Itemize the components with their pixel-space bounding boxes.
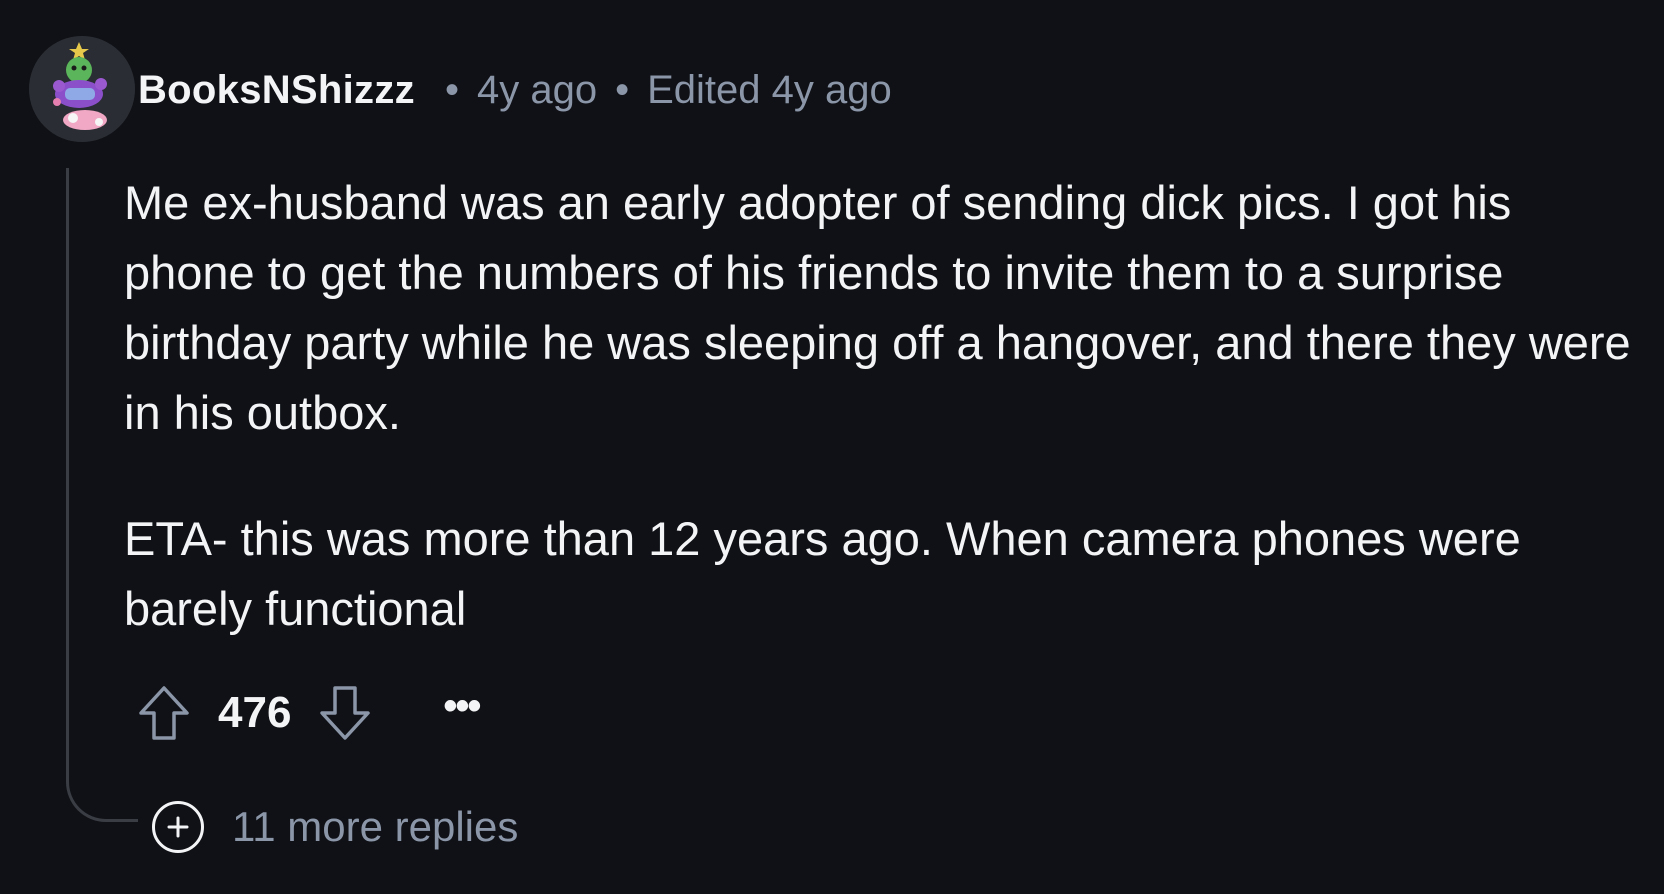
avatar-illustration: [29, 36, 135, 142]
meta-separator: •: [444, 67, 459, 112]
avatar[interactable]: [29, 36, 135, 142]
more-replies-button[interactable]: 11 more replies: [152, 797, 518, 857]
edited-timestamp: Edited 4y ago: [647, 67, 892, 112]
comment: BooksNShizzz • 4y ago • Edited 4y ago Me…: [0, 0, 1664, 894]
comment-header: BooksNShizzz • 4y ago • Edited 4y ago: [138, 62, 892, 118]
comment-body: Me ex-husband was an early adopter of se…: [124, 168, 1644, 644]
posted-timestamp: 4y ago: [476, 67, 598, 112]
ellipsis-icon[interactable]: •••: [443, 686, 481, 740]
comment-paragraph: Me ex-husband was an early adopter of se…: [124, 176, 1631, 439]
comment-actions: 476 •••: [138, 682, 481, 744]
downvote-arrow-icon[interactable]: [319, 685, 371, 741]
more-replies-label[interactable]: 11 more replies: [232, 803, 518, 851]
comment-paragraph: ETA- this was more than 12 years ago. Wh…: [124, 512, 1521, 635]
plus-circle-icon[interactable]: [152, 801, 204, 853]
vote-score: 476: [218, 688, 292, 737]
upvote-arrow-icon[interactable]: [138, 685, 190, 741]
meta-separator: •: [615, 67, 630, 112]
author-username[interactable]: BooksNShizzz: [138, 68, 415, 113]
